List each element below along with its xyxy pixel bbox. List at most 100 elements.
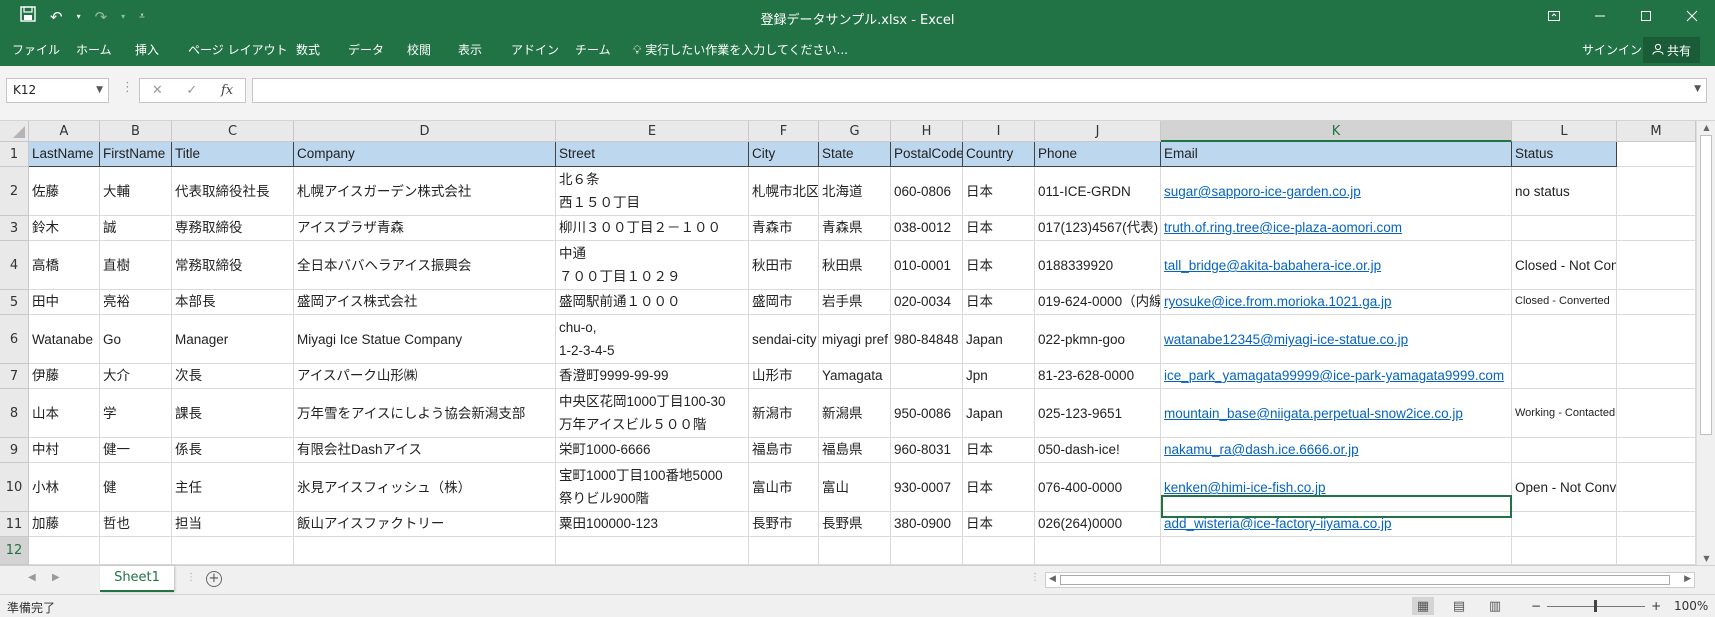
cell-empty[interactable] [556, 537, 749, 565]
cell-title[interactable]: 係長 [172, 438, 294, 463]
sign-in-link[interactable]: サインイン [1582, 40, 1642, 60]
row-header-10[interactable]: 10 [0, 463, 29, 512]
cell-title[interactable]: 常務取締役 [172, 241, 294, 290]
cell-country[interactable]: 日本 [963, 463, 1035, 512]
cell-company[interactable]: 有限会社Dashアイス [294, 438, 556, 463]
row-header-6[interactable]: 6 [0, 315, 29, 364]
ribbon-display-options-icon[interactable] [1531, 0, 1577, 32]
cell-city[interactable]: sendai-city [749, 315, 819, 364]
cell-postal-code[interactable]: 038-0012 [891, 216, 963, 241]
header-cell-phone[interactable]: Phone [1035, 142, 1161, 167]
formula-input[interactable]: ▼ [252, 78, 1707, 103]
cell-city[interactable]: 札幌市北区 [749, 167, 819, 216]
cell-postal-code[interactable]: 060-0806 [891, 167, 963, 216]
cell-title[interactable]: 課長 [172, 389, 294, 438]
cell-postal-code[interactable] [891, 364, 963, 389]
cell-street[interactable]: 香澄町9999-99-99 [556, 364, 749, 389]
tab-home[interactable]: ホーム [76, 40, 112, 60]
cell-empty[interactable] [749, 537, 819, 565]
cell-phone[interactable]: 022-pkmn-goo [1035, 315, 1161, 364]
cell-empty[interactable] [1617, 142, 1696, 167]
cell-state[interactable]: 福島県 [819, 438, 891, 463]
cell-email[interactable]: truth.of.ring.tree@ice-plaza-aomori.com [1161, 216, 1512, 241]
scroll-up-icon[interactable]: ▲ [1697, 123, 1715, 132]
cell-street[interactable]: 栄町1000-6666 [556, 438, 749, 463]
zoom-slider[interactable] [1547, 599, 1646, 612]
cell-empty[interactable] [1617, 537, 1696, 565]
cell-phone[interactable]: 076-400-0000 [1035, 463, 1161, 512]
cell-empty[interactable] [891, 537, 963, 565]
active-cell-k12[interactable] [1161, 495, 1512, 518]
tab-team[interactable]: チーム [575, 40, 611, 60]
cell-street[interactable]: 粟田100000-123 [556, 512, 749, 537]
column-header-b[interactable]: B [100, 121, 172, 142]
minimize-icon[interactable] [1577, 0, 1623, 32]
row-header-5[interactable]: 5 [0, 290, 29, 315]
cell-empty[interactable] [1512, 537, 1617, 565]
maximize-icon[interactable] [1623, 0, 1669, 32]
cell-first-name[interactable]: 大輔 [100, 167, 172, 216]
cell-email[interactable]: watanabe12345@miyagi-ice-statue.co.jp [1161, 315, 1512, 364]
cell-empty[interactable] [1617, 512, 1696, 537]
cell-title[interactable]: 代表取締役社長 [172, 167, 294, 216]
tell-me-search[interactable]: 💡︎ 実行したい作業を入力してください... [633, 40, 848, 60]
cell-empty[interactable] [1617, 389, 1696, 438]
cell-status[interactable]: Working - Contacted [1512, 389, 1617, 438]
cell-street[interactable]: 中通 ７００丁目１０２９ [556, 241, 749, 290]
cell-empty[interactable] [1617, 463, 1696, 512]
cell-phone[interactable]: 025-123-9651 [1035, 389, 1161, 438]
cell-company[interactable]: 万年雪をアイスにしよう協会新潟支部 [294, 389, 556, 438]
header-cell-email[interactable]: Email [1161, 142, 1512, 167]
cell-postal-code[interactable]: 950-0086 [891, 389, 963, 438]
expand-formula-bar-icon[interactable]: ▼ [1694, 84, 1701, 94]
prev-sheet-icon[interactable]: ◀ [28, 572, 36, 583]
cell-street[interactable]: chu-o, 1-2-3-4-5 [556, 315, 749, 364]
cell-email[interactable]: sugar@sapporo-ice-garden.co.jp [1161, 167, 1512, 216]
name-box[interactable]: K12 ▼ [6, 78, 109, 103]
cell-state[interactable]: 秋田県 [819, 241, 891, 290]
cell-last-name[interactable]: 中村 [29, 438, 100, 463]
header-cell-title[interactable]: Title [172, 142, 294, 167]
cell-first-name[interactable]: 学 [100, 389, 172, 438]
hscroll-resize-handle[interactable]: ⋮ [1030, 572, 1040, 583]
cell-state[interactable]: miyagi pref [819, 315, 891, 364]
page-layout-view-icon[interactable]: ▤ [1448, 597, 1470, 615]
cell-state[interactable]: 富山 [819, 463, 891, 512]
cell-last-name[interactable]: 高橋 [29, 241, 100, 290]
cell-first-name[interactable]: 健 [100, 463, 172, 512]
next-sheet-icon[interactable]: ▶ [52, 572, 60, 583]
cell-country[interactable]: 日本 [963, 512, 1035, 537]
insert-function-icon[interactable]: fx [221, 83, 233, 98]
cell-state[interactable]: 青森県 [819, 216, 891, 241]
cell-company[interactable]: アイスプラザ青森 [294, 216, 556, 241]
cell-phone[interactable]: 026(264)0000 [1035, 512, 1161, 537]
cell-street[interactable]: 盛岡駅前通１０００ [556, 290, 749, 315]
vertical-scrollbar[interactable]: ▲ ▼ [1696, 121, 1715, 565]
cell-postal-code[interactable]: 980-84848 [891, 315, 963, 364]
cell-empty[interactable] [1617, 167, 1696, 216]
cell-phone[interactable]: 050-dash-ice! [1035, 438, 1161, 463]
formula-bar-resize-handle[interactable]: ⋮ [121, 80, 134, 95]
cell-last-name[interactable]: 田中 [29, 290, 100, 315]
column-header-j[interactable]: J [1035, 121, 1161, 142]
cell-title[interactable]: 担当 [172, 512, 294, 537]
row-header-7[interactable]: 7 [0, 364, 29, 389]
cell-country[interactable]: Japan [963, 389, 1035, 438]
header-cell-status[interactable]: Status [1512, 142, 1617, 167]
cell-phone[interactable]: 0188339920 [1035, 241, 1161, 290]
cell-empty[interactable] [819, 537, 891, 565]
cell-country[interactable]: 日本 [963, 438, 1035, 463]
cell-company[interactable]: 盛岡アイス株式会社 [294, 290, 556, 315]
cell-empty[interactable] [963, 537, 1035, 565]
cell-phone[interactable]: 81-23-628-0000 [1035, 364, 1161, 389]
cell-email[interactable]: mountain_base@niigata.perpetual-snow2ice… [1161, 389, 1512, 438]
cell-empty[interactable] [1035, 537, 1161, 565]
tab-insert[interactable]: 挿入 [135, 40, 159, 60]
cell-email[interactable]: tall_bridge@akita-babahera-ice.or.jp [1161, 241, 1512, 290]
cell-country[interactable]: 日本 [963, 216, 1035, 241]
cell-city[interactable]: 長野市 [749, 512, 819, 537]
cell-email[interactable]: ice_park_yamagata99999@ice-park-yamagata… [1161, 364, 1512, 389]
header-cell-first-name[interactable]: FirstName [100, 142, 172, 167]
scroll-down-icon[interactable]: ▼ [1697, 554, 1715, 563]
cell-city[interactable]: 富山市 [749, 463, 819, 512]
